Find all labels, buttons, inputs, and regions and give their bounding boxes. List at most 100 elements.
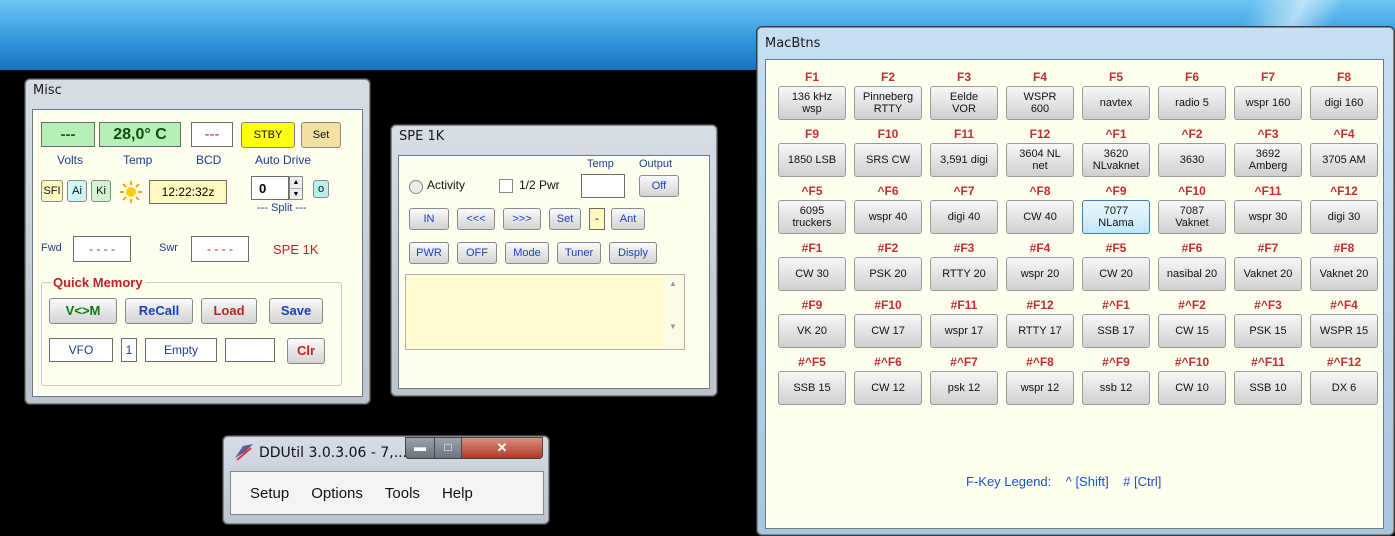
bcd-display: --- [191, 122, 233, 147]
macro-button[interactable]: PSK 15 [1234, 314, 1302, 348]
mode-button[interactable]: Mode [505, 242, 549, 264]
load-button[interactable]: Load [201, 298, 257, 324]
macro-button[interactable]: wspr 17 [930, 314, 998, 348]
close-button[interactable]: ✕ [461, 437, 543, 459]
fkey-label: F8 [1336, 70, 1351, 84]
macro-button[interactable]: RTTY 17 [1006, 314, 1074, 348]
macro-button[interactable]: CW 15 [1158, 314, 1226, 348]
chevron-up-icon[interactable]: ▲ [290, 177, 302, 189]
macro-button[interactable]: DX 6 [1310, 371, 1378, 405]
menu-item-tools[interactable]: Tools [385, 485, 420, 502]
off-button[interactable]: OFF [457, 242, 497, 264]
scroll-up-icon[interactable]: ▲ [664, 279, 682, 288]
macro-button[interactable]: 3705 AM [1310, 143, 1378, 177]
macro-button[interactable]: 3692 Amberg [1234, 143, 1302, 177]
macro-button[interactable]: 3630 [1158, 143, 1226, 177]
macro-button[interactable]: 3620 NLvaknet [1082, 143, 1150, 177]
spe-set-button[interactable]: Set [549, 208, 581, 230]
macro-button[interactable]: CW 40 [1006, 200, 1074, 234]
macro-button[interactable]: Eelde VOR [930, 86, 998, 120]
macro-button[interactable]: SRS CW [854, 143, 922, 177]
macro-button[interactable]: 7087 Vaknet [1158, 200, 1226, 234]
fkey-label: #F12 [1026, 298, 1054, 312]
fkey-label: ^F10 [1178, 184, 1206, 198]
menu-item-options[interactable]: Options [311, 485, 363, 502]
tune-right-button[interactable]: >>> [503, 208, 541, 230]
macro-button[interactable]: digi 30 [1310, 200, 1378, 234]
macro-button[interactable]: wspr 30 [1234, 200, 1302, 234]
macro-button[interactable]: 136 kHz wsp [778, 86, 846, 120]
macro-button[interactable]: nasibal 20 [1158, 257, 1226, 291]
memory-name-field[interactable] [225, 338, 275, 362]
macro-button[interactable]: CW 17 [854, 314, 922, 348]
macro-button[interactable]: 3604 NL net [1006, 143, 1074, 177]
tuner-button[interactable]: Tuner [557, 242, 601, 264]
ant-value: - [589, 208, 605, 230]
macro-button[interactable]: 7077 NLama [1082, 200, 1150, 234]
macro-button[interactable]: CW 12 [854, 371, 922, 405]
macro-button[interactable]: wspr 20 [1006, 257, 1074, 291]
scroll-down-icon[interactable]: ▼ [664, 322, 682, 331]
macro-button[interactable]: PSK 20 [854, 257, 922, 291]
menu-item-setup[interactable]: Setup [250, 485, 289, 502]
spe-message-textarea[interactable] [405, 274, 685, 350]
clr-button[interactable]: Clr [287, 338, 325, 364]
ki-button[interactable]: Ki [91, 180, 111, 202]
macro-button[interactable]: 1850 LSB [778, 143, 846, 177]
macro-button[interactable]: 3,591 digi [930, 143, 998, 177]
macro-button[interactable]: navtex [1082, 86, 1150, 120]
macro-button[interactable]: SSB 15 [778, 371, 846, 405]
macro-cell: F2 Pinneberg RTTY [852, 68, 924, 125]
macro-button[interactable]: wspr 40 [854, 200, 922, 234]
minimize-button[interactable]: ▬ [405, 437, 435, 459]
memory-status-field: Empty [145, 338, 217, 362]
fkey-label: ^F3 [1257, 127, 1279, 141]
stby-button[interactable]: STBY [241, 122, 295, 148]
macro-button[interactable]: digi 160 [1310, 86, 1378, 120]
ant-button[interactable]: Ant [611, 208, 645, 230]
macro-button[interactable]: RTTY 20 [930, 257, 998, 291]
macro-button[interactable]: wspr 160 [1234, 86, 1302, 120]
spe-scrollbar[interactable]: ▲ ▼ [664, 275, 682, 347]
macro-button[interactable]: VK 20 [778, 314, 846, 348]
chevron-down-icon[interactable]: ▼ [290, 189, 302, 200]
ai-button[interactable]: Ai [67, 180, 87, 202]
macro-button[interactable]: ssb 12 [1082, 371, 1150, 405]
save-button[interactable]: Save [269, 298, 323, 324]
macro-button[interactable]: CW 10 [1158, 371, 1226, 405]
activity-radio[interactable] [409, 180, 423, 194]
macro-button[interactable]: digi 40 [930, 200, 998, 234]
macro-button[interactable]: SSB 10 [1234, 371, 1302, 405]
macro-button[interactable]: WSPR 15 [1310, 314, 1378, 348]
macro-button[interactable]: Pinneberg RTTY [854, 86, 922, 120]
macro-button[interactable]: Vaknet 20 [1310, 257, 1378, 291]
macro-button[interactable]: SSB 17 [1082, 314, 1150, 348]
split-stepper[interactable]: ▲ ▼ [289, 176, 303, 200]
macro-button[interactable]: radio 5 [1158, 86, 1226, 120]
maximize-button[interactable]: □ [434, 437, 462, 459]
macro-button[interactable]: CW 20 [1082, 257, 1150, 291]
vfo-field[interactable]: VFO [49, 338, 113, 362]
half-pwr-checkbox[interactable] [499, 179, 513, 193]
fkey-label: #F6 [1181, 241, 1203, 255]
menu-item-help[interactable]: Help [442, 485, 473, 502]
memory-number-field[interactable]: 1 [121, 338, 137, 362]
disply-button[interactable]: Disply [609, 242, 657, 264]
spe-output-off-button[interactable]: Off [639, 175, 679, 197]
split-value-input[interactable]: 0 [251, 176, 289, 200]
split-o-button[interactable]: o [313, 180, 329, 198]
in-button[interactable]: IN [409, 208, 449, 230]
fkey-label: #^F8 [1026, 355, 1054, 369]
macro-button[interactable]: 6095 truckers [778, 200, 846, 234]
macro-button[interactable]: wspr 12 [1006, 371, 1074, 405]
set-button[interactable]: Set [301, 122, 341, 148]
macro-button[interactable]: Vaknet 20 [1234, 257, 1302, 291]
macro-button[interactable]: CW 30 [778, 257, 846, 291]
pwr-button[interactable]: PWR [409, 242, 449, 264]
recall-button[interactable]: ReCall [125, 298, 193, 324]
macro-button[interactable]: psk 12 [930, 371, 998, 405]
tune-left-button[interactable]: <<< [457, 208, 495, 230]
vm-button[interactable]: V<>M [49, 298, 117, 324]
sfi-button[interactable]: SFI [41, 180, 63, 202]
macro-button[interactable]: WSPR 600 [1006, 86, 1074, 120]
